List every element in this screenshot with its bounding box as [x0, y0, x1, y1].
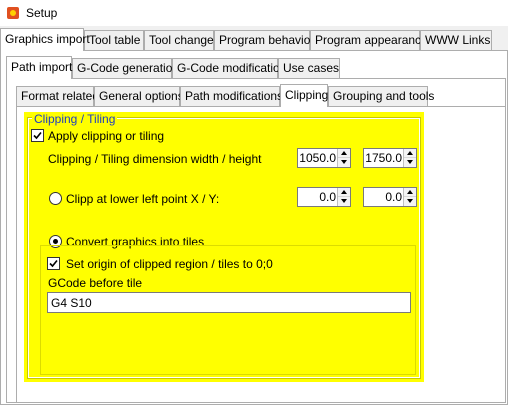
- gcode-before-tile-input[interactable]: [48, 293, 410, 312]
- clip-x-value: 0.0: [319, 190, 336, 204]
- tab-program-appearance[interactable]: Program appearance: [310, 30, 428, 51]
- clip-y-value: 0.0: [385, 190, 402, 204]
- window-title: Setup: [26, 6, 58, 20]
- tab-tool-change[interactable]: Tool change: [144, 30, 214, 51]
- apply-clipping-label: Apply clipping or tiling: [48, 129, 165, 143]
- apply-clipping-checkbox[interactable]: [31, 129, 44, 142]
- gcode-before-tile-label: GCode before tile: [48, 276, 143, 290]
- clip-x-increment-button[interactable]: [338, 188, 350, 197]
- tab-www-links[interactable]: WWW Links: [420, 30, 492, 51]
- checkmark-icon: [49, 259, 58, 268]
- width-value: 1050.0: [299, 151, 336, 165]
- tab-tool-table[interactable]: Tool table: [84, 30, 144, 51]
- clip-y-decrement-button[interactable]: [404, 197, 416, 206]
- height-spinner[interactable]: 1750.0: [363, 148, 417, 168]
- tab-path-modifications[interactable]: Path modifications: [180, 86, 283, 107]
- tab-graphics-import[interactable]: Graphics import: [0, 28, 90, 51]
- tab-general-options[interactable]: General options: [94, 86, 184, 107]
- height-value: 1750.0: [365, 151, 402, 165]
- checkmark-icon: [33, 131, 42, 140]
- radio-selected-dot: [53, 239, 58, 244]
- clip-y-spinner[interactable]: 0.0: [363, 187, 417, 207]
- height-decrement-button[interactable]: [404, 158, 416, 167]
- clip-x-decrement-button[interactable]: [338, 197, 350, 206]
- clip-y-increment-button[interactable]: [404, 188, 416, 197]
- width-decrement-button[interactable]: [338, 158, 350, 167]
- clip-lower-left-radio[interactable]: [49, 192, 62, 205]
- tab-program-behavior[interactable]: Program behavior: [214, 30, 314, 51]
- tab-grouping-and-tools[interactable]: Grouping and tools: [328, 86, 434, 107]
- tab-gcode-generation[interactable]: G-Code generation: [72, 58, 179, 79]
- tab-format-related[interactable]: Format related: [16, 86, 99, 107]
- height-increment-button[interactable]: [404, 149, 416, 158]
- width-increment-button[interactable]: [338, 149, 350, 158]
- tab-gcode-modification[interactable]: G-Code modification: [172, 58, 286, 79]
- width-spinner[interactable]: 1050.0: [297, 148, 351, 168]
- gcode-before-tile-field[interactable]: [47, 292, 411, 313]
- dimension-label: Clipping / Tiling dimension width / heig…: [48, 152, 262, 166]
- set-origin-label: Set origin of clipped region / tiles to …: [66, 257, 273, 271]
- clipping-group-title: Clipping / Tiling: [32, 112, 118, 126]
- tab-clipping[interactable]: Clipping: [280, 84, 328, 107]
- tab-path-import[interactable]: Path import: [6, 56, 72, 79]
- title-bar: Setup: [0, 0, 508, 26]
- gear-icon: [6, 6, 20, 20]
- clip-x-spinner[interactable]: 0.0: [297, 187, 351, 207]
- tab-use-cases[interactable]: Use cases: [278, 58, 340, 79]
- set-origin-checkbox[interactable]: [47, 257, 60, 270]
- clip-lower-left-label: Clipp at lower left point X / Y:: [66, 192, 220, 206]
